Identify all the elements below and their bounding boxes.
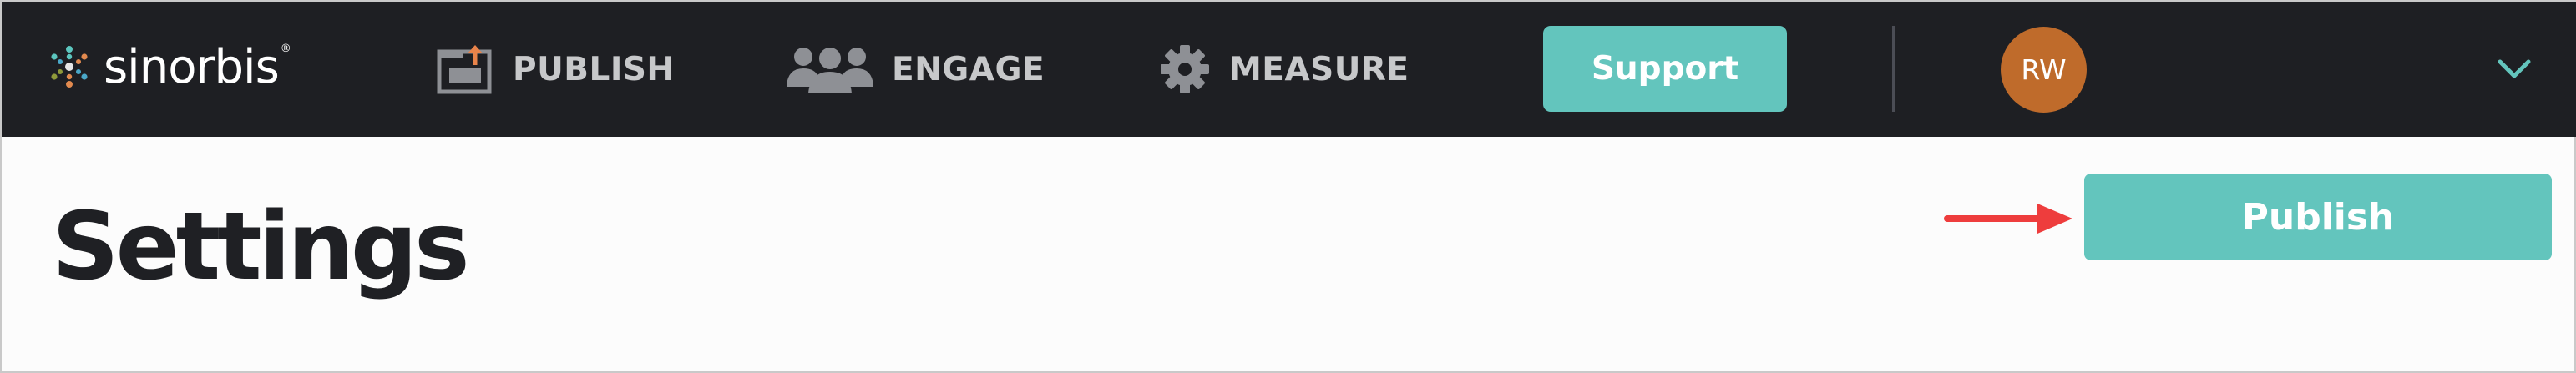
publish-icon bbox=[437, 45, 492, 94]
brand-name: sinorbis bbox=[104, 39, 280, 94]
header-divider bbox=[1892, 26, 1895, 112]
nav-publish-label: PUBLISH bbox=[513, 50, 675, 88]
nav-item-engage[interactable]: ENGAGE bbox=[787, 38, 1045, 100]
red-arrow-icon bbox=[1944, 204, 2072, 234]
gear-icon bbox=[1161, 45, 1209, 93]
registered-mark: ® bbox=[280, 42, 291, 55]
page-title: Settings bbox=[52, 193, 470, 301]
nav-measure-label: MEASURE bbox=[1229, 50, 1409, 88]
users-icon bbox=[787, 48, 873, 93]
user-avatar[interactable]: RW bbox=[2001, 27, 2087, 113]
top-navigation-bar: sinorbis ® PUBLISH ENGAGE MEASURE Suppor… bbox=[2, 2, 2576, 137]
nav-item-measure[interactable]: MEASURE bbox=[1159, 38, 1409, 100]
brand-logo[interactable]: sinorbis ® bbox=[47, 39, 291, 94]
publish-button[interactable]: Publish bbox=[2084, 174, 2552, 260]
app-window: sinorbis ® PUBLISH ENGAGE MEASURE Suppor… bbox=[0, 0, 2576, 373]
support-button[interactable]: Support bbox=[1543, 26, 1787, 112]
nav-engage-label: ENGAGE bbox=[892, 50, 1045, 88]
sinorbis-logo-icon bbox=[51, 46, 88, 88]
nav-item-publish[interactable]: PUBLISH bbox=[436, 38, 675, 100]
chevron-down-icon[interactable] bbox=[2495, 50, 2533, 88]
